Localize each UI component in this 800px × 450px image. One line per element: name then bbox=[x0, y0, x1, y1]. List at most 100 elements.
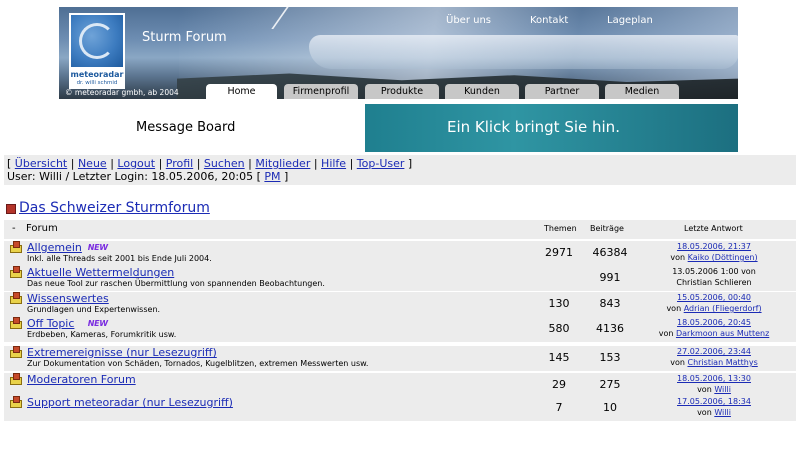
nav-link-mitglieder[interactable]: Mitglieder bbox=[255, 157, 310, 170]
last-reply-date-link[interactable]: 15.05.2006, 00:40 bbox=[677, 293, 751, 302]
forum-folder-icon bbox=[10, 292, 22, 304]
collapse-toggle[interactable]: - bbox=[12, 223, 16, 234]
forum-row: Extremereignisse (nur Lesezugriff) Zur Do… bbox=[4, 346, 796, 371]
themen-count: 2971 bbox=[545, 246, 573, 259]
forum-name-link[interactable]: Wissenswertes bbox=[27, 292, 109, 305]
forum-description: Erdbeben, Kameras, Forumkritik usw. bbox=[27, 330, 177, 339]
column-header-forum: Forum bbox=[26, 223, 58, 234]
forum-row: Support meteoradar (nur Lesezugriff) 7 10 1… bbox=[4, 396, 796, 421]
nav-links: [ Übersicht | Neue | Logout | Profil | S… bbox=[7, 157, 413, 170]
last-reply-date: 18.05.2006, 20:45 bbox=[624, 318, 800, 327]
forum-folder-icon bbox=[10, 317, 22, 329]
nav-link-logout[interactable]: Logout bbox=[117, 157, 155, 170]
forum-name-link[interactable]: Off Topic bbox=[27, 317, 74, 330]
meteoradar-logo[interactable]: meteoradar dr. willi schmid bbox=[69, 13, 125, 89]
last-reply-user-link[interactable]: Kaiko (Döttingen) bbox=[688, 253, 758, 262]
themen-count: 130 bbox=[548, 297, 570, 310]
top-link-kontakt[interactable]: Kontakt bbox=[530, 15, 568, 26]
von-label: von bbox=[697, 408, 712, 417]
forum-name-link[interactable]: Allgemein bbox=[27, 241, 82, 254]
forum-name-link[interactable]: Support meteoradar (nur Lesezugriff) bbox=[27, 396, 233, 409]
last-reply-user-link[interactable]: Christian Matthys bbox=[687, 358, 757, 367]
last-reply-date: 13.05.2006 1:00 von bbox=[672, 267, 756, 276]
themen-count: 145 bbox=[548, 351, 570, 364]
nav-link-uebersicht[interactable]: Übersicht bbox=[15, 157, 67, 170]
last-reply-user: von Kaiko (Döttingen) bbox=[624, 253, 800, 262]
forum-name-link[interactable]: Extremereignisse (nur Lesezugriff) bbox=[27, 346, 217, 359]
last-reply-date: 18.05.2006, 21:37 bbox=[624, 242, 800, 251]
last-reply-date-link[interactable]: 27.02.2006, 23:44 bbox=[677, 347, 751, 356]
user-login-text: User: Willi / Letzter Login: 18.05.2006,… bbox=[7, 170, 254, 183]
von-label: von bbox=[666, 304, 682, 313]
tab-kunden[interactable]: Kunden bbox=[445, 84, 519, 99]
forum-row: Off Topic NEW Erdbeben, Kameras, Forumkrit… bbox=[4, 317, 796, 342]
last-reply-user-link[interactable]: Willi bbox=[714, 385, 731, 394]
forum-description: Das neue Tool zur raschen Übermittlung v… bbox=[27, 279, 325, 288]
new-badge-icon: NEW bbox=[87, 243, 108, 252]
forum-category-icon bbox=[6, 204, 16, 214]
von-label: von bbox=[670, 253, 686, 262]
ad-text: Ein Klick bringt Sie hin. bbox=[447, 118, 620, 136]
forum-description: Inkl. alle Threads seit 2001 bis Ende Ju… bbox=[27, 254, 212, 263]
last-reply-user-link[interactable]: Darkmoon aus Muttenz bbox=[676, 329, 769, 338]
banner-clouds bbox=[309, 35, 738, 69]
forum-name-link[interactable]: Moderatoren Forum bbox=[27, 373, 136, 386]
forum-folder-icon bbox=[10, 346, 22, 358]
forum-table-header: - Forum Themen Beiträge Letzte Antwort bbox=[4, 220, 796, 239]
top-link-lageplan[interactable]: Lageplan bbox=[607, 15, 653, 26]
last-reply-user-link[interactable]: Willi bbox=[714, 408, 731, 417]
tab-medien[interactable]: Medien bbox=[605, 84, 679, 99]
von-label: von bbox=[670, 358, 685, 367]
top-link-ueber-uns[interactable]: Über uns bbox=[446, 15, 491, 26]
last-reply-date: 18.05.2006, 13:30 bbox=[624, 374, 800, 383]
forum-folder-icon bbox=[10, 266, 22, 278]
nav-link-profil[interactable]: Profil bbox=[166, 157, 193, 170]
message-board-heading: Message Board bbox=[136, 120, 236, 135]
forum-folder-icon bbox=[10, 396, 22, 408]
column-header-letzte-antwort: Letzte Antwort bbox=[684, 224, 743, 233]
tab-firmenprofil[interactable]: Firmenprofil bbox=[284, 84, 358, 99]
site-title: Sturm Forum bbox=[142, 30, 227, 45]
last-reply-user-link[interactable]: Adrian (Fliegerdorf) bbox=[684, 304, 762, 313]
forum-description: Grundlagen und Expertenwissen. bbox=[27, 305, 161, 314]
column-header-beitraege: Beiträge bbox=[590, 224, 624, 233]
last-reply-date: 17.05.2006, 18:34 bbox=[624, 397, 800, 406]
pm-link[interactable]: PM bbox=[264, 170, 280, 183]
last-reply-user: von Willi bbox=[624, 408, 800, 417]
forum-row: Allgemein NEW Inkl. alle Threads seit 2001… bbox=[4, 241, 796, 266]
user-info-line: User: Willi / Letzter Login: 18.05.2006,… bbox=[7, 170, 289, 183]
forum-nav-bar: [ Übersicht | Neue | Logout | Profil | S… bbox=[4, 155, 796, 185]
forum-row: Wissenswertes Grundlagen und Expertenwiss… bbox=[4, 292, 796, 317]
forum-row: Aktuelle Wettermeldungen Das neue Tool zu… bbox=[4, 266, 796, 291]
themen-count: 29 bbox=[552, 378, 566, 391]
forum-folder-icon bbox=[10, 373, 22, 385]
tab-partner[interactable]: Partner bbox=[525, 84, 599, 99]
last-reply-date: 15.05.2006, 00:40 bbox=[624, 293, 800, 302]
forum-description: Zur Dokumentation von Schäden, Tornados,… bbox=[27, 359, 369, 368]
nav-link-suchen[interactable]: Suchen bbox=[204, 157, 245, 170]
nav-link-neue[interactable]: Neue bbox=[78, 157, 107, 170]
new-badge-icon: NEW bbox=[87, 319, 108, 328]
last-reply-date-link[interactable]: 18.05.2006, 13:30 bbox=[677, 374, 751, 383]
last-reply-user: von Willi bbox=[624, 385, 800, 394]
last-reply-date-link[interactable]: 17.05.2006, 18:34 bbox=[677, 397, 751, 406]
last-reply-date: 27.02.2006, 23:44 bbox=[624, 347, 800, 356]
nav-link-top-user[interactable]: Top-User bbox=[357, 157, 405, 170]
ad-banner[interactable]: Ein Klick bringt Sie hin. bbox=[365, 104, 738, 152]
von-label: von bbox=[697, 385, 712, 394]
logo-subtitle: dr. willi schmid bbox=[76, 80, 118, 86]
last-reply-date-link[interactable]: 18.05.2006, 20:45 bbox=[677, 318, 751, 327]
forum-row: Moderatoren Forum 29 275 18.05.2006, 13:30 v… bbox=[4, 373, 796, 398]
themen-count: 7 bbox=[555, 401, 563, 414]
nav-link-hilfe[interactable]: Hilfe bbox=[321, 157, 346, 170]
logo-name: meteoradar bbox=[70, 70, 124, 79]
forum-name-link[interactable]: Aktuelle Wettermeldungen bbox=[27, 266, 174, 279]
last-reply-date-link[interactable]: 18.05.2006, 21:37 bbox=[677, 242, 751, 251]
last-reply-user: Christian Schlieren bbox=[676, 278, 752, 287]
von-label: von bbox=[658, 329, 674, 338]
tab-produkte[interactable]: Produkte bbox=[365, 84, 439, 99]
last-reply-user: von Adrian (Fliegerdorf) bbox=[624, 304, 800, 313]
tab-home[interactable]: Home bbox=[206, 84, 277, 99]
forum-title-link[interactable]: Das Schweizer Sturmforum bbox=[19, 200, 210, 216]
logo-radar-icon bbox=[71, 15, 123, 67]
